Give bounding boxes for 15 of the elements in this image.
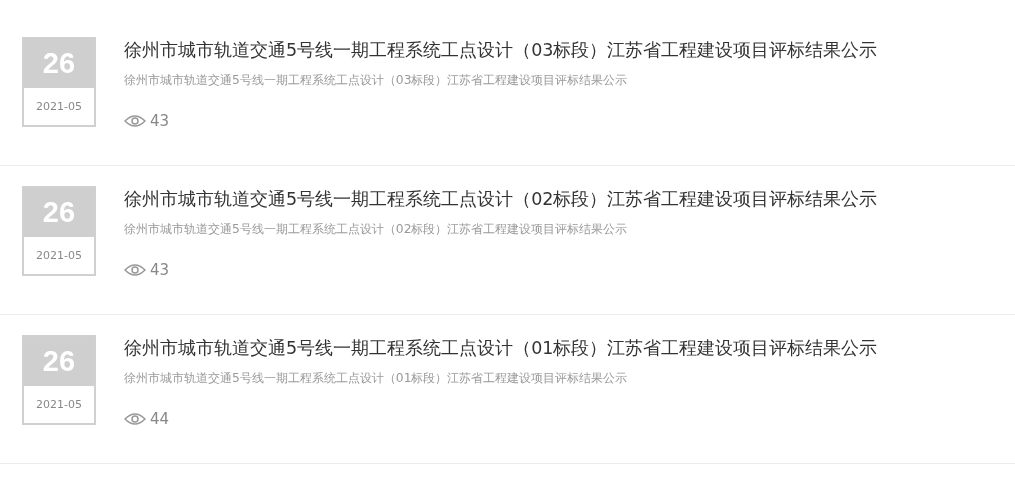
- month-label: 2021-05: [35, 99, 83, 115]
- article-summary: 徐州市城市轨道交通5号线一期工程系统工点设计（03标段）江苏省工程建设项目评标结果公示: [124, 72, 629, 88]
- eye-icon: [124, 263, 146, 277]
- article-title[interactable]: 徐州市城市轨道交通5号线一期工程系统工点设计（02标段）江苏省工程建设项目评标结果公示: [124, 187, 878, 211]
- view-count: 44: [150, 410, 170, 428]
- month-label: 2021-05: [35, 248, 83, 264]
- view-count: 43: [150, 261, 170, 279]
- article-title[interactable]: 徐州市城市轨道交通5号线一期工程系统工点设计（01标段）江苏省工程建设项目评标结果公示: [124, 336, 878, 360]
- article-title[interactable]: 徐州市城市轨道交通5号线一期工程系统工点设计（03标段）江苏省工程建设项目评标结果公示: [124, 38, 878, 62]
- month-label: 2021-05: [35, 397, 83, 413]
- article-summary: 徐州市城市轨道交通5号线一期工程系统工点设计（02标段）江苏省工程建设项目评标结果公示: [124, 221, 629, 237]
- article-summary: 徐州市城市轨道交通5号线一期工程系统工点设计（01标段）江苏省工程建设项目评标结果公示: [124, 370, 629, 386]
- view-count: 43: [150, 112, 170, 130]
- eye-icon: [124, 412, 146, 426]
- eye-icon: [124, 114, 146, 128]
